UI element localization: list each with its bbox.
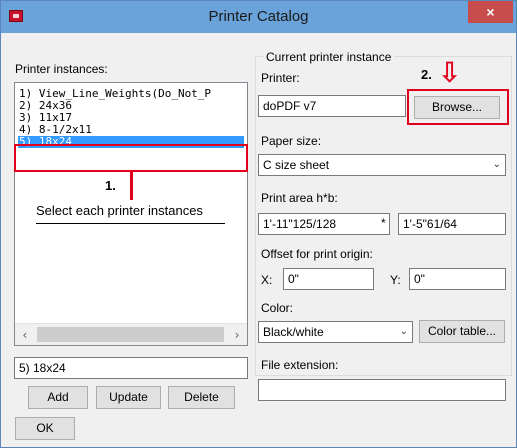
- scroll-right-icon[interactable]: ›: [227, 324, 247, 345]
- horizontal-scrollbar[interactable]: ‹ ›: [15, 323, 247, 345]
- print-area-separator: *: [381, 216, 386, 230]
- paper-size-label: Paper size:: [261, 134, 322, 148]
- x-label: X:: [261, 273, 273, 287]
- file-extension-input[interactable]: [258, 379, 506, 401]
- step-1-number: 1.: [105, 178, 116, 193]
- printer-field[interactable]: doPDF v7: [258, 95, 406, 117]
- offset-y-input[interactable]: 0": [409, 268, 506, 290]
- down-arrow-icon: ⇩: [438, 57, 462, 88]
- add-button[interactable]: Add: [28, 386, 88, 409]
- title-bar: Printer Catalog ×: [1, 1, 516, 33]
- scroll-left-icon[interactable]: ‹: [15, 324, 35, 345]
- chevron-down-icon: ⌄: [492, 159, 501, 170]
- group-title: Current printer instance: [263, 50, 395, 64]
- print-area-height-input[interactable]: 1'-11"125/128: [258, 213, 390, 235]
- window-title: Printer Catalog: [208, 8, 309, 25]
- instance-name-input[interactable]: 5) 18x24: [14, 357, 248, 379]
- paper-size-value: C size sheet: [263, 158, 330, 172]
- color-table-button[interactable]: Color table...: [419, 320, 505, 343]
- printer-label: Printer:: [261, 71, 300, 85]
- color-value: Black/white: [263, 325, 324, 339]
- paper-size-select[interactable]: C size sheet ⌄: [258, 154, 506, 176]
- browse-button[interactable]: Browse...: [414, 96, 500, 119]
- color-label: Color:: [261, 301, 294, 315]
- highlight-box-instance: [14, 144, 248, 172]
- update-button[interactable]: Update: [96, 386, 161, 409]
- step-2-number: 2.: [421, 67, 432, 82]
- chevron-down-icon: ⌄: [399, 326, 408, 337]
- close-button[interactable]: ×: [468, 1, 513, 23]
- scrollbar-thumb[interactable]: [37, 327, 224, 342]
- step-1-text: Select each printer instances: [36, 203, 203, 218]
- printer-catalog-window: Printer Catalog × Printer instances: 1) …: [0, 0, 517, 448]
- y-label: Y:: [390, 273, 401, 287]
- step-1-underline: [36, 223, 225, 224]
- offset-label: Offset for print origin:: [261, 247, 373, 261]
- print-area-label: Print area h*b:: [261, 191, 338, 205]
- printer-instances-label: Printer instances:: [15, 62, 108, 76]
- offset-x-input[interactable]: 0": [283, 268, 374, 290]
- color-select[interactable]: Black/white ⌄: [258, 321, 413, 343]
- delete-button[interactable]: Delete: [168, 386, 235, 409]
- file-extension-label: File extension:: [261, 358, 339, 372]
- ok-button[interactable]: OK: [15, 417, 75, 440]
- annotation-line: [130, 172, 133, 200]
- print-area-width-input[interactable]: 1'-5"61/64: [398, 213, 506, 235]
